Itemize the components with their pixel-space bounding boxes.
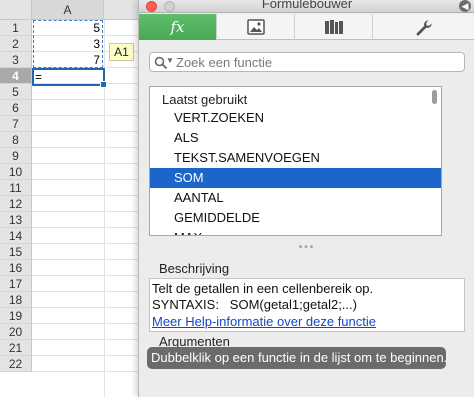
row-header[interactable]: 13 xyxy=(0,212,32,228)
description-box: Telt de getallen in een cellenbereik op.… xyxy=(149,278,465,332)
tab-media-browser[interactable] xyxy=(217,14,295,40)
gridline xyxy=(32,323,144,324)
gridline xyxy=(32,195,144,196)
function-icon: fx xyxy=(170,18,185,36)
row-header[interactable]: 7 xyxy=(0,116,32,132)
books-icon xyxy=(324,20,343,34)
row-header[interactable]: 19 xyxy=(0,308,32,324)
panel-toolbar: fx xyxy=(139,14,474,40)
row-header[interactable]: 4 xyxy=(0,68,32,84)
arguments-hint: Dubbelklik op een functie in de lijst om… xyxy=(147,347,446,369)
gridline xyxy=(32,307,144,308)
row-header[interactable]: 14 xyxy=(0,228,32,244)
image-icon xyxy=(246,19,265,35)
function-item-gemiddelde[interactable]: GEMIDDELDE xyxy=(150,208,441,228)
panel-title: Formulebouwer xyxy=(261,0,353,11)
function-item-max[interactable]: MAX xyxy=(150,228,441,235)
row-header[interactable]: 5 xyxy=(0,84,32,100)
row-header[interactable]: 17 xyxy=(0,276,32,292)
panel-titlebar[interactable]: Formulebouwer ◀ xyxy=(139,0,474,13)
column-header-a[interactable]: A xyxy=(32,0,104,20)
row-header[interactable]: 2 xyxy=(0,36,32,52)
row-header[interactable]: 10 xyxy=(0,164,32,180)
list-section-header: Laatst gebruikt xyxy=(162,92,248,107)
row-header[interactable]: 9 xyxy=(0,148,32,164)
function-item-vert-zoeken[interactable]: VERT.ZOEKEN xyxy=(150,108,441,128)
gridline xyxy=(32,371,144,372)
row-header[interactable]: 15 xyxy=(0,244,32,260)
row-header[interactable]: 20 xyxy=(0,324,32,340)
help-link[interactable]: Meer Help-informatie over deze functie xyxy=(152,314,376,329)
reference-range-highlight xyxy=(33,20,103,68)
row-header[interactable]: 16 xyxy=(0,260,32,276)
row-header[interactable]: 18 xyxy=(0,292,32,308)
formula-builder-panel: Formulebouwer ◀ fx ▼ Zoek een functie La… xyxy=(138,0,474,397)
row-header[interactable]: 6 xyxy=(0,100,32,116)
back-arrow-icon[interactable]: ◀ xyxy=(459,0,471,12)
gridline xyxy=(32,163,144,164)
gridline xyxy=(32,291,144,292)
description-label: Beschrijving xyxy=(159,261,230,276)
gridline xyxy=(32,211,144,212)
row-header[interactable]: 12 xyxy=(0,196,32,212)
gridline xyxy=(32,227,144,228)
gridline xyxy=(32,275,144,276)
tab-reference-library[interactable] xyxy=(295,14,373,40)
gridline xyxy=(32,243,144,244)
syntax-label: SYNTAXIS: xyxy=(152,297,219,312)
function-search-box[interactable]: ▼ xyxy=(149,52,465,72)
gridline xyxy=(32,99,144,100)
row-header[interactable]: 8 xyxy=(0,132,32,148)
function-item-aantal[interactable]: AANTAL xyxy=(150,188,441,208)
gridline xyxy=(32,179,144,180)
selected-cell-border[interactable] xyxy=(32,68,107,88)
row-header[interactable]: 22 xyxy=(0,356,32,372)
syntax-line: SYNTAXIS: SOM(getal1;getal2;...) xyxy=(152,297,357,312)
row-header[interactable]: 11 xyxy=(0,180,32,196)
wrench-icon xyxy=(416,20,432,36)
row-header[interactable]: 3 xyxy=(0,52,32,68)
help-link-line: Meer Help-informatie over deze functie xyxy=(152,314,376,329)
search-input[interactable] xyxy=(176,54,456,70)
row-header[interactable]: 21 xyxy=(0,340,32,356)
cell-reference-tooltip: A1 xyxy=(109,43,134,61)
chevron-down-icon[interactable]: ▼ xyxy=(166,56,174,65)
panel-splitter-handle[interactable]: ••• xyxy=(139,243,474,254)
list-scrollbar-thumb[interactable] xyxy=(432,90,437,104)
function-item-als[interactable]: ALS xyxy=(150,128,441,148)
gridline xyxy=(32,259,144,260)
gridline xyxy=(32,115,144,116)
syntax-text: SOM(getal1;getal2;...) xyxy=(229,297,357,312)
tab-toolbox[interactable] xyxy=(373,14,474,40)
gridline xyxy=(32,131,144,132)
function-list[interactable]: Laatst gebruikt VERT.ZOEKEN ALS TEKST.SA… xyxy=(149,86,442,236)
gridline xyxy=(32,355,144,356)
function-item-tekst-samenvoegen[interactable]: TEKST.SAMENVOEGEN xyxy=(150,148,441,168)
select-all-corner[interactable] xyxy=(0,0,32,20)
gridline xyxy=(32,147,144,148)
row-header[interactable]: 1 xyxy=(0,20,32,36)
gridline xyxy=(32,339,144,340)
description-text: Telt de getallen in een cellenbereik op. xyxy=(152,281,374,296)
function-item-som[interactable]: SOM xyxy=(150,168,441,188)
tab-formula-builder[interactable]: fx xyxy=(139,14,217,40)
